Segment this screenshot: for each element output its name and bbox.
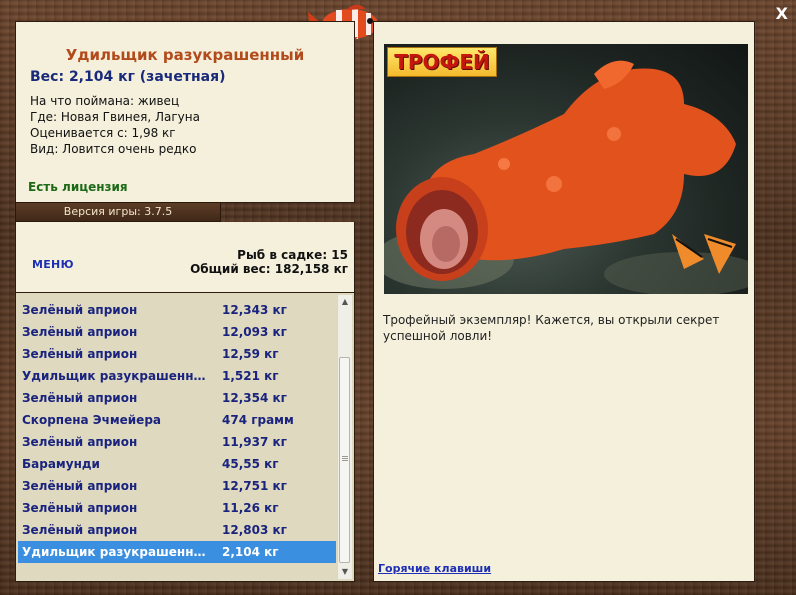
- catch-fish-weight: 11,26 кг: [222, 501, 279, 515]
- catch-fish-name: Зелёный априон: [22, 523, 138, 537]
- trophy-panel: ТРОФЕЙ Трофейный экземпляр! Кажется, вы …: [373, 21, 755, 582]
- menu-button-label: МЕНЮ: [32, 258, 74, 271]
- catch-list-row[interactable]: Барамунди 45,55 кг: [18, 453, 336, 475]
- list-scrollbar[interactable]: ▲ ▼: [337, 295, 352, 579]
- catch-fish-weight: 474 грамм: [222, 413, 294, 427]
- catch-list-row[interactable]: Зелёный априон 12,751 кг: [18, 475, 336, 497]
- catch-fish-weight: 12,343 кг: [222, 303, 287, 317]
- catch-list-row[interactable]: Зелёный априон 12,59 кг: [18, 343, 336, 365]
- fish-info-panel: Удильщик разукрашенный Вес: 2,104 кг (за…: [15, 21, 355, 203]
- fish-count: Рыб в садке: 15: [237, 248, 348, 262]
- catch-fish-name: Зелёный априон: [22, 303, 138, 317]
- catch-list-row[interactable]: Скорпена Эчмейера 474 грамм: [18, 409, 336, 431]
- catch-fish-weight: 1,521 кг: [222, 369, 279, 383]
- catch-list-row[interactable]: Зелёный априон 11,937 кг: [18, 431, 336, 453]
- catch-fish-name: Зелёный априон: [22, 435, 138, 449]
- catch-fish-name: Скорпена Эчмейера: [22, 413, 162, 427]
- scroll-thumb[interactable]: [339, 357, 350, 563]
- catch-fish-name: Зелёный априон: [22, 325, 138, 339]
- catch-fish-name: Удильщик разукрашенный: [22, 545, 212, 559]
- catch-fish-name: Зелёный априон: [22, 391, 138, 405]
- menu-button[interactable]: МЕНЮ: [32, 258, 74, 271]
- catch-list-row[interactable]: Удильщик разукрашенный 1,521 кг: [18, 365, 336, 387]
- frogfish-illustration: [384, 60, 748, 294]
- total-weight: Общий вес: 182,158 кг: [190, 262, 348, 276]
- scroll-grip-icon: [342, 456, 348, 462]
- catch-list-row[interactable]: Зелёный априон 12,093 кг: [18, 321, 336, 343]
- license-status: Есть лицензия: [28, 180, 128, 194]
- catch-fish-weight: 11,937 кг: [222, 435, 287, 449]
- fish-details: На что поймана: живец Где: Новая Гвинея,…: [30, 93, 200, 157]
- hotkeys-link[interactable]: Горячие клавиши: [378, 562, 491, 575]
- catch-list-row[interactable]: Зелёный априон 12,354 кг: [18, 387, 336, 409]
- catch-fish-name: Барамунди: [22, 457, 100, 471]
- catch-fish-weight: 12,354 кг: [222, 391, 287, 405]
- bait-text: На что поймана: живец: [30, 94, 180, 108]
- location-text: Где: Новая Гвинея, Лагуна: [30, 110, 200, 124]
- trophy-fish-image: ТРОФЕЙ: [384, 44, 748, 294]
- fish-name: Удильщик разукрашенный: [65, 46, 305, 64]
- game-version: Версия игры: 3.7.5: [15, 202, 221, 222]
- catch-stats: Рыб в садке: 15 Общий вес: 182,158 кг: [190, 248, 348, 276]
- catch-fish-weight: 12,59 кг: [222, 347, 279, 361]
- catch-list-row[interactable]: Зелёный априон 11,26 кг: [18, 497, 336, 519]
- trophy-description: Трофейный экземпляр! Кажется, вы открыли…: [383, 313, 720, 343]
- catch-fish-weight: 45,55 кг: [222, 457, 279, 471]
- close-button[interactable]: X: [776, 4, 788, 23]
- rarity-text: Вид: Ловится очень редко: [30, 142, 197, 156]
- catch-list-row[interactable]: Удильщик разукрашенный 2,104 кг: [18, 541, 336, 563]
- scroll-down-icon[interactable]: ▼: [338, 565, 352, 579]
- catch-list-row[interactable]: Зелёный априон 12,343 кг: [18, 299, 336, 321]
- catch-fish-name: Зелёный априон: [22, 347, 138, 361]
- catch-list: Зелёный априон 12,343 кг Зелёный априон 12,…: [18, 299, 336, 563]
- catch-fish-weight: 2,104 кг: [222, 545, 279, 559]
- catch-list-panel: Зелёный априон 12,343 кг Зелёный априон 12,…: [15, 292, 355, 582]
- valued-from-text: Оценивается с: 1,98 кг: [30, 126, 176, 140]
- catch-fish-name: Удильщик разукрашенный: [22, 369, 212, 383]
- catch-fish-weight: 12,803 кг: [222, 523, 287, 537]
- catch-fish-name: Зелёный априон: [22, 501, 138, 515]
- catch-fish-weight: 12,093 кг: [222, 325, 287, 339]
- scroll-up-icon[interactable]: ▲: [338, 295, 352, 309]
- trophy-badge: ТРОФЕЙ: [387, 47, 497, 77]
- catch-fish-name: Зелёный априон: [22, 479, 138, 493]
- catch-list-row[interactable]: Зелёный априон 12,803 кг: [18, 519, 336, 541]
- catch-fish-weight: 12,751 кг: [222, 479, 287, 493]
- fish-weight: Вес: 2,104 кг (зачетная): [30, 69, 226, 85]
- menu-panel: МЕНЮ Рыб в садке: 15 Общий вес: 182,158 …: [15, 222, 355, 293]
